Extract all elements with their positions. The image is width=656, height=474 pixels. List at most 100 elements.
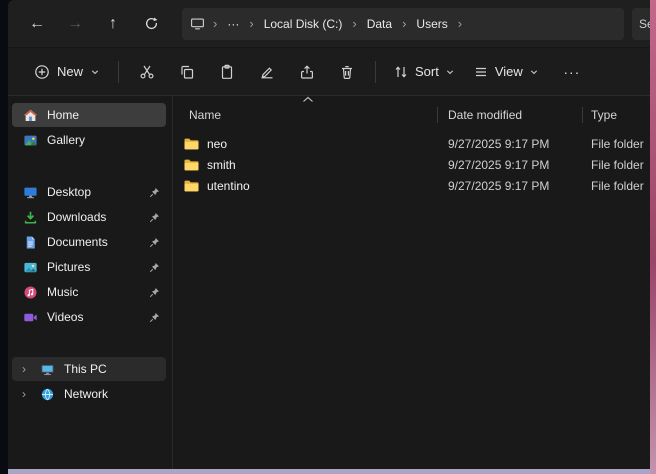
column-header-type[interactable]: Type (583, 103, 650, 127)
file-row-smith[interactable]: smith 9/27/2025 9:17 PM File folder (173, 154, 650, 175)
sidebar-item-this-pc[interactable]: › This PC (12, 357, 166, 381)
refresh-icon (144, 16, 159, 31)
paste-button[interactable] (207, 55, 247, 89)
column-header-label: Type (591, 108, 617, 122)
search-text: Se (639, 17, 650, 31)
sidebar-item-label: Videos (47, 310, 83, 324)
file-name-cell: smith (173, 157, 438, 173)
sidebar-item-label: Pictures (47, 260, 90, 274)
column-header-date-modified[interactable]: Date modified (438, 103, 583, 127)
chevron-right-icon: › (350, 16, 358, 31)
file-name: neo (207, 137, 227, 151)
file-date-modified: 9/27/2025 9:17 PM (438, 158, 583, 172)
up-button[interactable]: ↑ (94, 8, 132, 40)
pictures-icon (22, 259, 38, 275)
address-bar[interactable]: › ··· › Local Disk (C:) › Data › Users › (182, 8, 624, 40)
view-icon (473, 64, 489, 80)
file-explorer-window: ← → ↑ › ··· › Local Disk (C:) › Data › U… (8, 0, 650, 469)
documents-icon (22, 234, 38, 250)
see-more-button[interactable]: ··· (554, 55, 590, 89)
gallery-icon (22, 132, 38, 148)
toolbar-separator (118, 61, 119, 83)
view-button[interactable]: View (464, 55, 548, 89)
downloads-icon (22, 209, 38, 225)
sidebar-item-network[interactable]: › Network (12, 382, 166, 406)
file-row-neo[interactable]: neo 9/27/2025 9:17 PM File folder (173, 133, 650, 154)
file-type: File folder (583, 137, 650, 151)
sidebar-item-label: Downloads (47, 210, 106, 224)
sort-button[interactable]: Sort (384, 55, 464, 89)
pin-icon (149, 237, 160, 248)
expand-chevron-icon[interactable]: › (18, 387, 30, 401)
scissors-icon (139, 64, 155, 80)
new-button-label: New (57, 64, 83, 79)
cut-button[interactable] (127, 55, 167, 89)
pin-icon (149, 312, 160, 323)
chevron-down-icon (529, 67, 539, 77)
chevron-right-icon: › (456, 16, 464, 31)
file-type: File folder (583, 158, 650, 172)
back-button[interactable]: ← (18, 8, 56, 40)
chevron-down-icon (90, 67, 100, 77)
sidebar-item-gallery[interactable]: Gallery (12, 128, 166, 152)
share-button[interactable] (287, 55, 327, 89)
share-icon (299, 64, 315, 80)
home-icon (22, 107, 38, 123)
sidebar-item-label: Network (64, 387, 108, 401)
sidebar-item-videos[interactable]: Videos (12, 305, 166, 329)
pin-icon (149, 262, 160, 273)
sidebar-item-label: Home (47, 108, 79, 122)
desktop-edge-right (650, 0, 656, 474)
sidebar-item-pictures[interactable]: Pictures (12, 255, 166, 279)
file-row-utentino[interactable]: utentino 9/27/2025 9:17 PM File folder (173, 175, 650, 196)
navigation-pane: Home Gallery Desktop (8, 96, 172, 469)
delete-button[interactable] (327, 55, 367, 89)
sidebar-item-label: Gallery (47, 133, 85, 147)
rename-button[interactable] (247, 55, 287, 89)
forward-button[interactable]: → (56, 8, 94, 40)
trash-icon (339, 64, 355, 80)
folder-icon (183, 136, 199, 152)
sidebar-item-desktop[interactable]: Desktop (12, 180, 166, 204)
sort-ascending-caret-icon (301, 96, 315, 103)
sidebar-gap (8, 330, 172, 356)
file-name-cell: neo (173, 136, 438, 152)
expand-chevron-icon[interactable]: › (18, 362, 30, 376)
desktop-edge-left (0, 0, 8, 474)
command-bar: New (8, 48, 650, 96)
sidebar-item-label: This PC (64, 362, 107, 376)
navigation-bar: ← → ↑ › ··· › Local Disk (C:) › Data › U… (8, 0, 650, 48)
breadcrumb-users[interactable]: Users (410, 14, 453, 34)
new-button[interactable]: New (24, 55, 110, 89)
refresh-button[interactable] (132, 8, 170, 40)
chevron-right-icon: › (247, 16, 255, 31)
breadcrumb-local-disk[interactable]: Local Disk (C:) (258, 14, 349, 34)
pin-icon (149, 187, 160, 198)
search-input[interactable]: Se (632, 8, 650, 40)
copy-button[interactable] (167, 55, 207, 89)
this-pc-icon (39, 361, 55, 377)
chevron-right-icon: › (400, 16, 408, 31)
sidebar-item-home[interactable]: Home (12, 103, 166, 127)
column-header-name[interactable]: Name (173, 103, 438, 127)
videos-icon (22, 309, 38, 325)
location-monitor-icon (190, 16, 205, 31)
pin-icon (149, 287, 160, 298)
folder-icon (183, 157, 199, 173)
sidebar-item-music[interactable]: Music (12, 280, 166, 304)
sidebar-item-documents[interactable]: Documents (12, 230, 166, 254)
desktop-icon (22, 184, 38, 200)
file-name: smith (207, 158, 236, 172)
sort-icon (393, 64, 409, 80)
pin-icon (149, 212, 160, 223)
chevron-right-icon: › (211, 16, 219, 31)
file-date-modified: 9/27/2025 9:17 PM (438, 137, 583, 151)
sidebar-item-label: Documents (47, 235, 108, 249)
column-header-label: Name (189, 108, 221, 122)
breadcrumb-overflow-button[interactable]: ··· (221, 14, 245, 34)
file-name: utentino (207, 179, 250, 193)
breadcrumb-data[interactable]: Data (361, 14, 398, 34)
sidebar-gap (8, 153, 172, 179)
music-icon (22, 284, 38, 300)
sidebar-item-downloads[interactable]: Downloads (12, 205, 166, 229)
